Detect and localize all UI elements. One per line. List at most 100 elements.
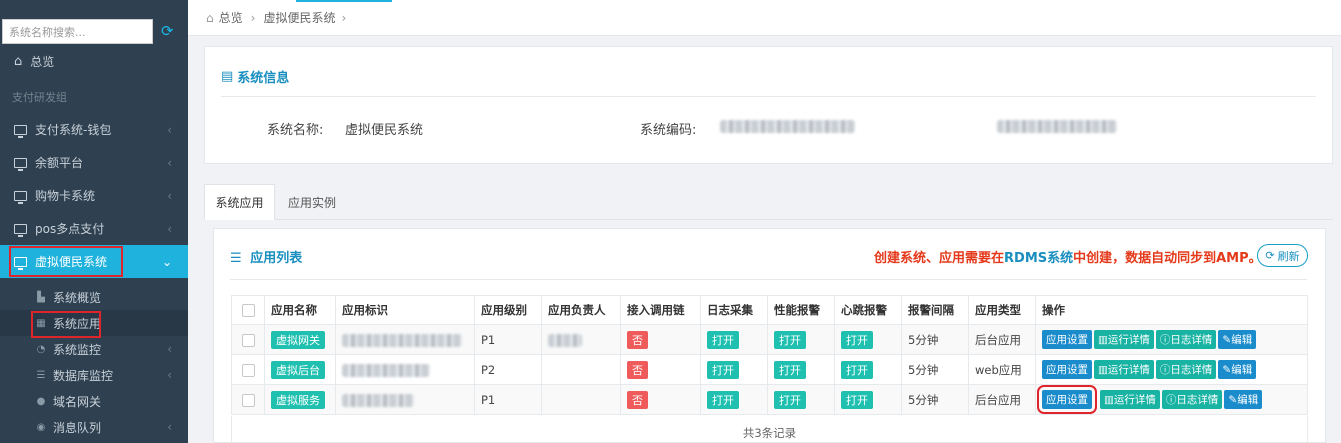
button-label: 日志详情 — [1170, 334, 1213, 346]
edit-button[interactable]: ✎编辑 — [1224, 390, 1263, 409]
app-table: 应用名称 应用标识 应用级别 应用负责人 接入调用链 日志采集 性能报警 心跳报… — [231, 295, 1308, 415]
chevron-left-icon: ‹ — [167, 122, 172, 137]
log-details-button[interactable]: ⓘ日志详情 — [1155, 360, 1217, 379]
database-icon: ☰ — [36, 369, 46, 381]
log-status-badge: 打开 — [707, 330, 739, 349]
edit-icon: ✎ — [1222, 364, 1232, 376]
actions-cell: 应用设置 ▥运行详情 ⓘ日志详情 ✎编辑 — [1035, 354, 1308, 385]
tab-system-apps[interactable]: 系统应用 — [204, 184, 275, 220]
select-all-checkbox[interactable] — [241, 304, 255, 317]
divider — [221, 96, 1316, 97]
app-settings-button[interactable]: 应用设置 — [1042, 360, 1092, 379]
log-details-button[interactable]: ⓘ日志详情 — [1155, 330, 1217, 349]
heartbeat-status-badge: 打开 — [841, 390, 873, 409]
app-owner — [541, 354, 621, 385]
info-icon: ⓘ — [1159, 334, 1171, 346]
sidebar-sub-gateway[interactable]: ● 域名网关 — [0, 388, 188, 414]
sync-notice: 创建系统、应用需要在RDMS系统中创建，数据自动同步到AMP。 — [874, 247, 1262, 266]
app-level: P1 — [474, 324, 542, 355]
button-label: 运行详情 — [1107, 364, 1150, 376]
app-type: 后台应用 — [968, 384, 1036, 415]
list-icon: ☰ — [230, 251, 242, 266]
heartbeat-status-badge: 打开 — [841, 330, 873, 349]
column-header: 报警间隔 — [901, 295, 969, 325]
monitor-icon — [14, 124, 27, 138]
sidebar-item-label: 余额平台 — [35, 156, 84, 170]
perf-status-badge: 打开 — [774, 330, 806, 349]
button-label: 编辑 — [1231, 334, 1253, 346]
sidebar-item-giftcard[interactable]: 购物卡系统 ‹ — [0, 179, 188, 212]
button-label: 编辑 — [1237, 394, 1259, 406]
sidebar-sub-label: 系统监控 — [53, 342, 102, 357]
column-header: 性能报警 — [767, 295, 835, 325]
sidebar-item-label: 支付系统-钱包 — [35, 123, 112, 137]
app-id-redacted — [335, 384, 475, 415]
system-info-panel: ▤ 系统信息 系统名称: 虚拟便民系统 系统编码: — [204, 46, 1333, 164]
app-level: P2 — [474, 354, 542, 385]
monitor-icon — [14, 190, 27, 204]
sidebar-item-label: 总览 — [30, 55, 55, 69]
app-id-redacted — [335, 354, 475, 385]
sidebar-item-home[interactable]: ⌂ 总览 — [0, 45, 188, 78]
breadcrumb: ⌂ 总览 › 虚拟便民系统 › — [188, 0, 1341, 36]
table-row: 虚拟服务 P1 否 打开 打开 打开 5分钟 后台应用 应用设置 ▥运行详情 ⓘ日志… — [231, 384, 1308, 415]
info-icon: ⓘ — [1165, 394, 1177, 406]
edit-icon: ✎ — [1222, 334, 1232, 346]
column-header: 心跳报警 — [834, 295, 902, 325]
sidebar-item-wallet[interactable]: 支付系统-钱包 ‹ — [0, 113, 188, 146]
row-checkbox[interactable] — [241, 363, 255, 377]
home-icon: ⌂ — [206, 10, 214, 25]
column-header: 应用标识 — [335, 295, 475, 325]
gauge-icon: ◔ — [36, 343, 46, 355]
app-owner-redacted — [541, 324, 621, 355]
edit-button[interactable]: ✎编辑 — [1218, 360, 1257, 379]
sidebar-sub-label: 域名网关 — [53, 394, 102, 409]
sidebar-sub-monitor[interactable]: ◔ 系统监控 ‹ — [0, 336, 188, 362]
run-details-button[interactable]: ▥运行详情 — [1094, 330, 1154, 349]
row-checkbox[interactable] — [241, 333, 255, 347]
refresh-button[interactable]: ⟳ 刷新 — [1257, 244, 1308, 267]
log-details-button[interactable]: ⓘ日志详情 — [1161, 390, 1223, 409]
system-code-label: 系统编码: — [640, 123, 697, 138]
row-checkbox[interactable] — [241, 393, 255, 407]
highlight-box — [9, 246, 123, 277]
column-header: 应用级别 — [474, 295, 542, 325]
chart-icon: ▙ — [37, 291, 45, 303]
trace-status-badge: 否 — [627, 330, 648, 349]
redacted-value — [997, 119, 1117, 134]
refresh-icon[interactable]: ⟳ — [161, 22, 179, 40]
sidebar-sub-mq[interactable]: ◉ 消息队列 ‹ — [0, 414, 188, 440]
trace-status-badge: 否 — [627, 390, 648, 409]
sidebar-item-pos[interactable]: pos多点支付 ‹ — [0, 212, 188, 245]
perf-status-badge: 打开 — [774, 390, 806, 409]
sidebar-sub-db-monitor[interactable]: ☰ 数据库监控 ‹ — [0, 362, 188, 388]
app-settings-button[interactable]: 应用设置 — [1042, 330, 1092, 349]
app-name-tag[interactable]: 虚拟服务 — [271, 390, 325, 409]
column-header: 操作 — [1035, 295, 1308, 325]
column-header: 日志采集 — [700, 295, 768, 325]
app-owner — [541, 384, 621, 415]
system-search-input[interactable]: 系统名称搜索... — [2, 19, 153, 44]
actions-cell: 应用设置 ▥运行详情 ⓘ日志详情 ✎编辑 — [1035, 384, 1308, 415]
run-details-button[interactable]: ▥运行详情 — [1100, 390, 1160, 409]
button-label: 日志详情 — [1176, 394, 1219, 406]
breadcrumb-home[interactable]: 总览 — [219, 9, 243, 26]
table-row: 虚拟网关 P1 否 打开 打开 打开 5分钟 后台应用 应用设置 ▥运行详情 ⓘ日志… — [231, 324, 1308, 355]
sidebar-sub-overview[interactable]: ▙ 系统概览 — [0, 284, 188, 310]
app-name-tag[interactable]: 虚拟网关 — [271, 330, 325, 349]
sidebar-item-balance[interactable]: 余额平台 ‹ — [0, 146, 188, 179]
edit-button[interactable]: ✎编辑 — [1218, 330, 1257, 349]
chevron-left-icon: ‹ — [167, 420, 172, 434]
app-settings-button[interactable]: 应用设置 — [1037, 385, 1097, 414]
system-name-value: 虚拟便民系统 — [345, 123, 424, 138]
run-details-button[interactable]: ▥运行详情 — [1094, 360, 1154, 379]
system-info-title-text: 系统信息 — [237, 71, 290, 86]
list-icon: ▤ — [221, 69, 234, 84]
bar-chart-icon: ▥ — [1098, 364, 1108, 376]
button-label: 运行详情 — [1113, 394, 1156, 406]
app-name-tag[interactable]: 虚拟后台 — [271, 360, 325, 379]
breadcrumb-current: 虚拟便民系统 — [263, 11, 336, 25]
sidebar-sub-label: 消息队列 — [53, 420, 102, 435]
tab-app-instances[interactable]: 应用实例 — [279, 184, 345, 220]
log-status-badge: 打开 — [707, 360, 739, 379]
